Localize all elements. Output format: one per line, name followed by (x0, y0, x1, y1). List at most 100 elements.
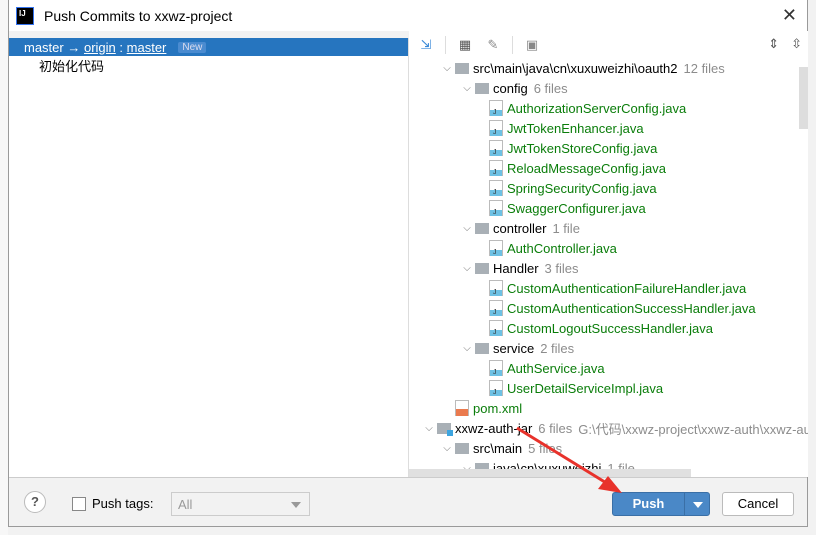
commit-item[interactable]: 初始化代码 (9, 56, 408, 74)
expand-all-icon[interactable]: ⇕ (768, 36, 779, 52)
tree-item-name: controller (493, 220, 547, 236)
java-file-icon: J (489, 280, 503, 296)
chevron-down-icon[interactable]: ⌵ (439, 443, 455, 454)
remote-link[interactable]: origin (84, 40, 116, 55)
chevron-down-icon[interactable]: ⌵ (459, 223, 475, 234)
xml-file-icon (455, 400, 469, 416)
tree-row[interactable]: J CustomLogoutSuccessHandler.java (489, 318, 713, 338)
edit-icon[interactable]: ✎ (484, 36, 502, 54)
help-button[interactable]: ? (24, 491, 46, 513)
tree-item-name: src\main\java\cn\xuxuweizhi\oauth2 (473, 60, 678, 76)
tree-row[interactable]: J AuthService.java (489, 358, 605, 378)
tree-row[interactable]: J AuthController.java (489, 238, 617, 258)
commits-panel: master → origin : master New 初始化代码 (9, 38, 409, 477)
tree-item-name: src\main (473, 440, 523, 456)
tree-row[interactable]: J JwtTokenStoreConfig.java (489, 138, 657, 158)
file-count: 6 files (533, 80, 568, 96)
java-file-icon: J (489, 380, 503, 396)
push-dialog: IJ Push Commits to xxwz-project ✕ master… (8, 0, 808, 527)
tree-row[interactable]: J UserDetailServiceImpl.java (489, 378, 663, 398)
folder-icon (475, 262, 489, 274)
tree-row[interactable]: J CustomAuthenticationFailureHandler.java (489, 278, 746, 298)
tree-row[interactable]: J JwtTokenEnhancer.java (489, 118, 644, 138)
file-count: 3 files (544, 260, 579, 276)
tree-row[interactable]: ⌵ controller 1 file (459, 218, 580, 238)
java-file-icon: J (489, 320, 503, 336)
dialog-footer: ? Push tags: All Push Cancel (9, 477, 807, 527)
cancel-button[interactable]: Cancel (722, 492, 794, 516)
tree-item-name: CustomAuthenticationSuccessHandler.java (507, 300, 756, 316)
tree-row[interactable]: ⌵ xxwz-auth-jar 6 files G:\代码\xxwz-project\… (421, 418, 808, 438)
tree-row[interactable]: J SpringSecurityConfig.java (489, 178, 657, 198)
dialog-title: Push Commits to xxwz-project (44, 7, 233, 24)
close-icon[interactable]: ✕ (782, 5, 797, 26)
remote-branch-link[interactable]: master (127, 40, 167, 55)
tree-row[interactable]: ⌵ service 2 files (459, 338, 574, 358)
local-branch: master (24, 39, 64, 55)
folder-icon (475, 222, 489, 234)
tree-item-name: config (493, 80, 528, 96)
file-count: 1 file (552, 220, 580, 236)
tree-item-name: JwtTokenStoreConfig.java (507, 140, 658, 156)
push-tags-label: Push tags: (92, 496, 154, 511)
folder-icon (475, 342, 489, 354)
chevron-down-icon[interactable]: ⌵ (439, 63, 455, 74)
arrow-icon: → (67, 39, 81, 55)
tree-item-name: CustomAuthenticationFailureHandler.java (507, 280, 747, 296)
tags-select[interactable]: All (171, 492, 310, 516)
tree-row[interactable]: J AuthorizationServerConfig.java (489, 98, 686, 118)
folder-icon (475, 82, 489, 94)
intellij-logo-icon: IJ (16, 6, 34, 25)
divider (445, 36, 446, 54)
vertical-scrollbar[interactable] (799, 67, 808, 129)
module-icon (437, 422, 453, 436)
folder-icon (455, 442, 469, 454)
group-by-icon[interactable]: ▦ (456, 36, 474, 54)
tree-row[interactable]: ⌵ config 6 files (459, 78, 568, 98)
title-bar: IJ Push Commits to xxwz-project ✕ (9, 0, 807, 31)
save-icon[interactable]: ▣ (523, 36, 541, 54)
java-file-icon: J (489, 160, 503, 176)
push-dropdown-icon[interactable] (685, 493, 709, 515)
java-file-icon: J (489, 100, 503, 116)
java-file-icon: J (489, 120, 503, 136)
chevron-down-icon[interactable]: ⌵ (459, 83, 475, 94)
changes-tree: ⌵ src\main\java\cn\xuxuweizhi\oauth2 12 fi… (409, 59, 808, 477)
folder-icon (455, 62, 469, 74)
module-path: G:\代码\xxwz-project\xxwz-auth\xxwz-auth-j… (578, 421, 808, 437)
java-file-icon: J (489, 180, 503, 196)
tree-item-name: xxwz-auth-jar (455, 420, 533, 436)
chevron-down-icon[interactable]: ⌵ (421, 423, 437, 434)
tree-item-name: AuthService.java (507, 360, 605, 376)
tree-item-name: CustomLogoutSuccessHandler.java (507, 320, 713, 336)
chevron-down-icon[interactable]: ⌵ (459, 343, 475, 354)
tree-row[interactable]: pom.xml (455, 398, 522, 418)
tree-item-name: SwaggerConfigurer.java (507, 200, 646, 216)
tree-row[interactable]: ⌵ Handler 3 files (459, 258, 579, 278)
divider (512, 36, 513, 54)
tree-row[interactable]: J SwaggerConfigurer.java (489, 198, 646, 218)
java-file-icon: J (489, 140, 503, 156)
push-tags-checkbox[interactable] (72, 497, 86, 511)
push-button-group: Push (612, 492, 710, 516)
separator: : (119, 39, 124, 55)
background-ide (0, 0, 8, 535)
branch-row[interactable]: master → origin : master New (9, 38, 408, 56)
chevron-down-icon[interactable]: ⌵ (459, 263, 475, 274)
file-count: 2 files (540, 340, 575, 356)
show-diff-icon[interactable]: ⇲ (417, 36, 435, 54)
tree-item-name: JwtTokenEnhancer.java (507, 120, 644, 136)
horizontal-scrollbar[interactable] (409, 469, 691, 477)
tree-row[interactable]: ⌵ src\main 5 files (439, 438, 562, 458)
file-count: 6 files (538, 420, 573, 436)
push-button[interactable]: Push (613, 493, 685, 515)
tree-row[interactable]: J CustomAuthenticationSuccessHandler.java (489, 298, 756, 318)
tree-item-name: AuthController.java (507, 240, 617, 256)
tree-item-name: service (493, 340, 535, 356)
changes-toolbar: ⇲ ▦ ✎ ▣ ⇕ ⇳ (409, 31, 808, 59)
tree-item-name: Handler (493, 260, 539, 276)
file-count: 12 files (683, 60, 725, 76)
tree-row[interactable]: J ReloadMessageConfig.java (489, 158, 666, 178)
collapse-all-icon[interactable]: ⇳ (791, 36, 802, 52)
tree-row[interactable]: ⌵ src\main\java\cn\xuxuweizhi\oauth2 12 fi… (439, 59, 725, 78)
